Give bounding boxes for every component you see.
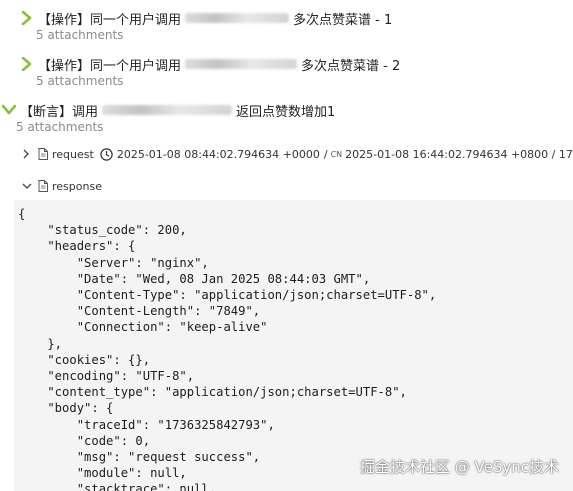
code-line: "status_code": 200, <box>18 223 187 238</box>
code-line: "Content-Type": "application/json;charse… <box>18 288 437 303</box>
utc-timestamp: 2025-01-08 08:44:02.794634 +0000 <box>116 147 320 161</box>
attachment-label: response <box>52 179 102 193</box>
watermark: 掘金技术社区 @ VeSync技术 <box>359 458 559 476</box>
chevron-down-icon[interactable] <box>2 103 16 117</box>
step-header[interactable]: 【操作】同一个用户调用 多次点赞菜谱 - 2 <box>20 54 573 74</box>
document-icon <box>38 180 48 192</box>
code-line: "body": { <box>18 401 114 416</box>
step-operation-2[interactable]: 【操作】同一个用户调用 多次点赞菜谱 - 2 5 attachments <box>20 54 573 88</box>
step-title-prefix: 【断言】调用 <box>20 104 99 120</box>
redacted-text <box>185 13 290 23</box>
cn-timestamp: 2025-01-08 16:44:02.794634 +0800 / 173 <box>345 147 573 161</box>
attachment-response[interactable]: response <box>22 178 102 194</box>
step-title-prefix: 【操作】同一个用户调用 <box>38 12 182 28</box>
code-line: "Connection": "keep-alive" <box>18 320 268 335</box>
step-assertion[interactable]: 【断言】调用 返回点赞数增加1 5 attachments <box>2 100 573 134</box>
code-line: }, <box>18 336 63 351</box>
code-line: "code": 0, <box>18 433 151 448</box>
chevron-right-icon[interactable] <box>20 11 34 25</box>
code-line: "content_type": "application/json;charse… <box>18 385 407 400</box>
code-line: "msg": "request success", <box>18 450 261 465</box>
code-line: "traceId": "1736325842793", <box>18 417 275 432</box>
code-line: "stacktrace": null, <box>18 482 217 491</box>
timezone-label: CN <box>330 149 343 159</box>
time-separator: / <box>323 147 328 161</box>
code-line: { <box>18 207 26 221</box>
response-json-block: { "status_code": 200, "headers": { "Serv… <box>14 200 573 491</box>
code-line: "headers": { <box>18 239 136 254</box>
attachment-request[interactable]: request 2025-01-08 08:44:02.794634 +0000… <box>22 146 573 162</box>
code-line: "cookies": {}, <box>18 352 151 367</box>
step-header[interactable]: 【断言】调用 返回点赞数增加1 <box>2 100 573 120</box>
step-header[interactable]: 【操作】同一个用户调用 多次点赞菜谱 - 1 <box>20 8 573 28</box>
code-line: "module": null, <box>18 466 187 481</box>
code-line: "encoding": "UTF-8", <box>18 369 195 384</box>
redacted-text <box>102 105 233 115</box>
chevron-right-icon[interactable] <box>22 149 34 159</box>
attachment-count: 5 attachments <box>36 28 124 42</box>
code-line: "Server": "nginx", <box>18 255 209 270</box>
attachment-label: request <box>52 147 94 161</box>
attachment-count: 5 attachments <box>36 74 124 88</box>
document-icon <box>38 148 48 160</box>
step-title-suffix: 多次点赞菜谱 - 2 <box>301 58 401 74</box>
clock-icon <box>100 147 113 161</box>
step-title-suffix: 多次点赞菜谱 - 1 <box>293 12 393 28</box>
step-operation-1[interactable]: 【操作】同一个用户调用 多次点赞菜谱 - 1 5 attachments <box>20 8 573 42</box>
attachment-count: 5 attachments <box>16 120 104 134</box>
chevron-right-icon[interactable] <box>20 57 34 71</box>
step-title-prefix: 【操作】同一个用户调用 <box>38 58 182 74</box>
code-line: "Date": "Wed, 08 Jan 2025 08:44:03 GMT", <box>18 271 371 286</box>
redacted-text <box>185 59 298 69</box>
code-content: { "status_code": 200, "headers": { "Serv… <box>14 200 573 491</box>
code-line: "Content-Length": "7849", <box>18 304 261 319</box>
step-title-suffix: 返回点赞数增加1 <box>236 104 336 120</box>
chevron-down-icon[interactable] <box>22 182 34 190</box>
